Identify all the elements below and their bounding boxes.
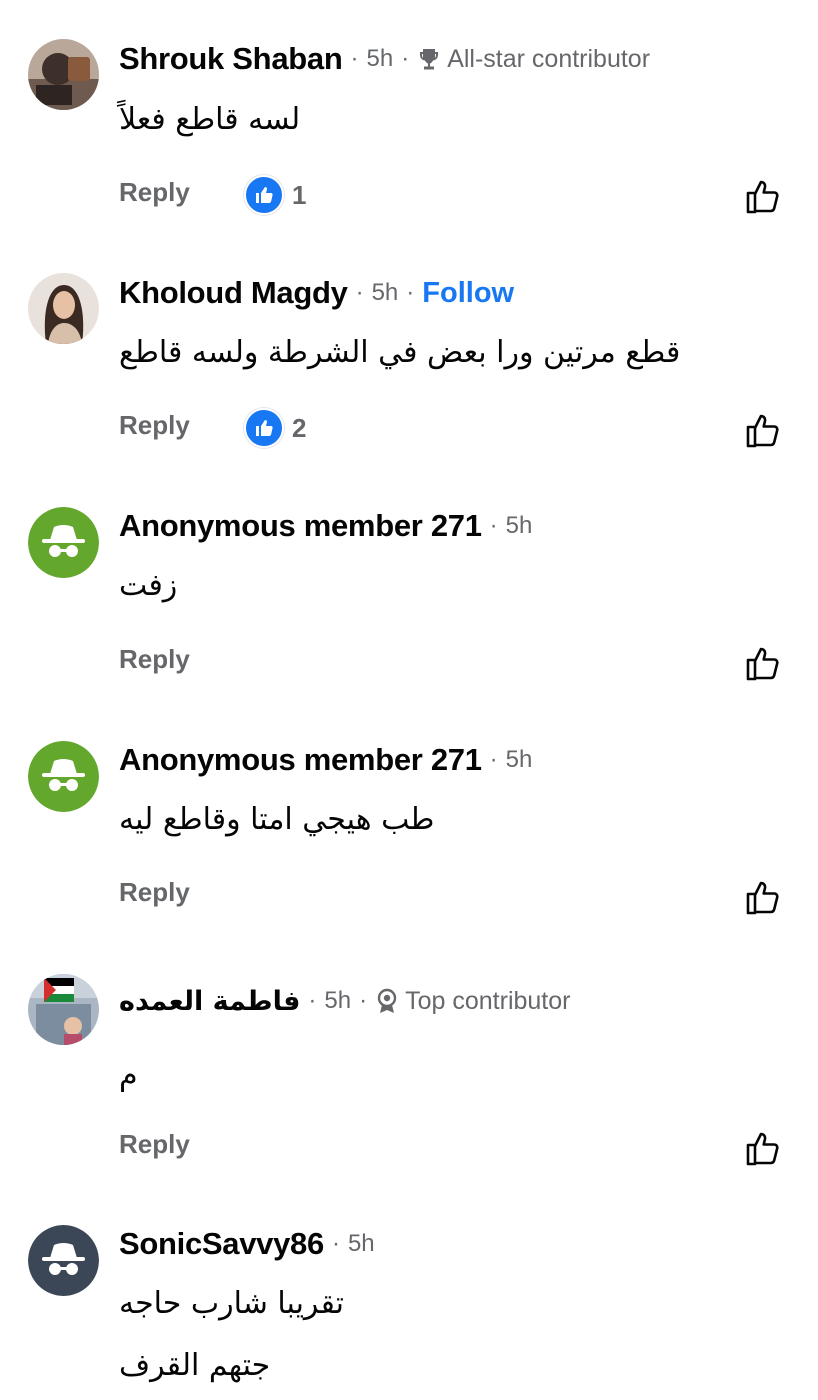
comment-text: زفت (119, 568, 178, 603)
like-button[interactable] (744, 1128, 784, 1168)
contributor-badge: All-star contributor (417, 45, 650, 74)
author-name[interactable]: Shrouk Shaban (119, 41, 343, 77)
anonymous-avatar[interactable] (28, 741, 99, 812)
timestamp[interactable]: 5h (366, 45, 393, 73)
reaction-summary[interactable]: 1 (244, 175, 306, 215)
badge-label: All-star contributor (447, 44, 651, 73)
separator-dot: · (350, 45, 359, 72)
reaction-count: 2 (292, 412, 307, 443)
comment-text: م (119, 1058, 138, 1093)
comment-header: Shrouk Shaban · 5h · All-star contributo… (119, 39, 650, 79)
separator-dot: · (401, 45, 410, 72)
timestamp[interactable]: 5h (348, 1230, 375, 1258)
timestamp[interactable]: 5h (372, 279, 399, 307)
separator-dot: · (406, 279, 415, 306)
reply-button[interactable]: Reply (119, 877, 190, 908)
separator-dot: · (359, 987, 368, 1014)
rosette-icon (377, 988, 397, 1013)
author-name[interactable]: SonicSavvy86 (119, 1226, 324, 1262)
comment-header: Anonymous member 271 · 5h (119, 506, 532, 546)
thumbs-up-icon (746, 414, 779, 448)
anonymous-avatar[interactable] (28, 507, 99, 578)
comment-text-line: جتهم القرف (119, 1348, 271, 1383)
reply-button[interactable]: Reply (119, 410, 190, 441)
thumbs-up-icon (746, 881, 779, 915)
timestamp[interactable]: 5h (324, 987, 351, 1015)
separator-dot: · (489, 746, 498, 773)
separator-dot: · (308, 987, 317, 1014)
comment-text: لسه قاطع فعلاً (119, 102, 301, 137)
like-button[interactable] (744, 877, 784, 917)
comment-header: SonicSavvy86 · 5h (119, 1224, 375, 1264)
comment-text-line: تقريبا شارب حاجه (119, 1286, 345, 1321)
separator-dot: · (489, 512, 498, 539)
timestamp[interactable]: 5h (506, 512, 533, 540)
reaction-summary[interactable]: 2 (244, 408, 306, 448)
reply-button[interactable]: Reply (119, 177, 190, 208)
reply-button[interactable]: Reply (119, 644, 190, 675)
comment-text: طب هيجي امتا وقاطع ليه (119, 802, 435, 837)
trophy-icon (420, 49, 439, 70)
avatar[interactable] (28, 974, 99, 1045)
author-name[interactable]: فاطمة العمده (119, 986, 301, 1017)
reply-button[interactable]: Reply (119, 1129, 190, 1160)
like-button[interactable] (744, 643, 784, 683)
timestamp[interactable]: 5h (506, 746, 533, 774)
avatar[interactable] (28, 39, 99, 110)
author-name[interactable]: Anonymous member 271 (119, 742, 482, 778)
separator-dot: · (355, 279, 364, 306)
comment-header: Anonymous member 271 · 5h (119, 740, 532, 780)
badge-label: Top contributor (405, 986, 571, 1015)
like-button[interactable] (744, 410, 784, 450)
comment-header: فاطمة العمده · 5h · Top contributor (119, 981, 570, 1021)
like-reaction-icon (244, 408, 284, 448)
reaction-count: 1 (292, 179, 307, 210)
separator-dot: · (331, 1230, 340, 1257)
follow-button[interactable]: Follow (422, 277, 514, 310)
avatar[interactable] (28, 273, 99, 344)
like-reaction-icon (244, 175, 284, 215)
author-name[interactable]: Anonymous member 271 (119, 508, 482, 544)
comment-header: Kholoud Magdy · 5h · Follow (119, 273, 514, 313)
like-button[interactable] (744, 176, 784, 216)
anonymous-avatar[interactable] (28, 1225, 99, 1296)
contributor-badge: Top contributor (375, 987, 570, 1016)
thumbs-up-icon (746, 1132, 779, 1166)
thumbs-up-icon (746, 180, 779, 214)
comment-text: قطع مرتين ورا بعض في الشرطة ولسه قاطع (119, 335, 681, 370)
author-name[interactable]: Kholoud Magdy (119, 275, 348, 311)
thumbs-up-icon (746, 647, 779, 681)
